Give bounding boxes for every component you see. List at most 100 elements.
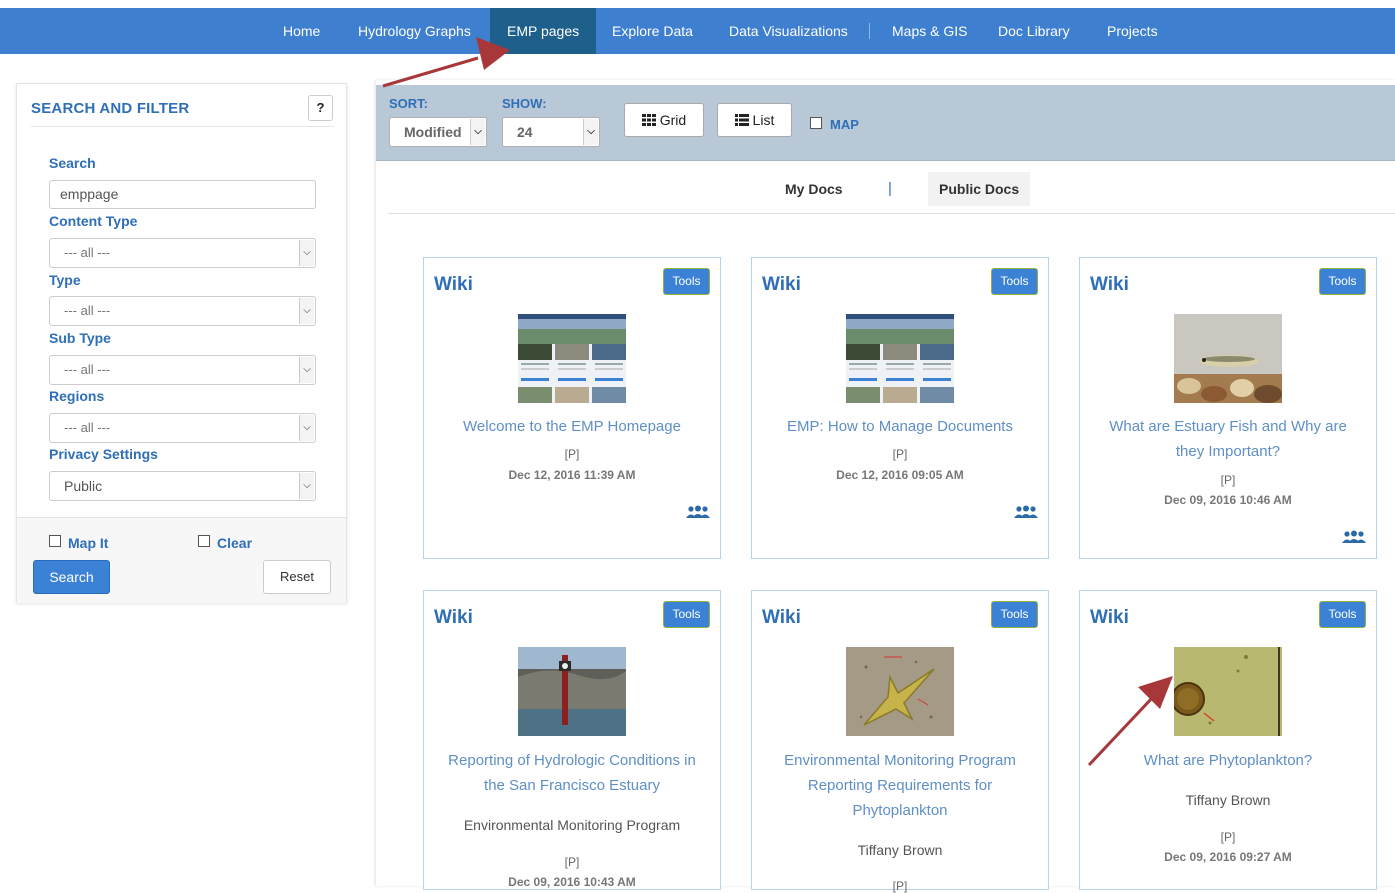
tools-button[interactable]: Tools xyxy=(991,268,1038,295)
subtype-select[interactable]: --- all --- ⌵ xyxy=(49,355,316,385)
subtype-value: --- all --- xyxy=(64,362,111,377)
website-screenshot-image xyxy=(846,314,954,403)
divider xyxy=(31,126,334,127)
search-label: Search xyxy=(49,155,96,171)
document-card[interactable]: Wiki Tools Environmental Monitoring Prog… xyxy=(751,590,1049,893)
document-tabs: My Docs | Public Docs xyxy=(388,168,1395,214)
card-type: Wiki xyxy=(434,274,473,295)
card-date: Dec 09, 2016 10:46 AM xyxy=(1164,493,1292,507)
search-input[interactable]: emppage xyxy=(49,180,316,209)
privacy-tag: [P] xyxy=(1220,473,1236,487)
card-title-link[interactable]: Reporting of Hydrologic Conditions in th… xyxy=(438,748,706,798)
map-checkbox[interactable] xyxy=(810,117,822,129)
chevron-down-icon: ⌵ xyxy=(299,298,314,324)
grid-view-button[interactable]: Grid xyxy=(624,103,704,137)
document-card[interactable]: Wiki Tools What are Estuary Fish and Why… xyxy=(1079,257,1377,559)
results-toolbar: SORT: Modified ⌵ SHOW: 24 ⌵ Grid List MA… xyxy=(376,85,1395,161)
clear-checkbox[interactable] xyxy=(198,535,210,547)
privacy-value: Public xyxy=(64,478,103,494)
content-type-select[interactable]: --- all --- ⌵ xyxy=(49,238,316,268)
card-date: Dec 09, 2016 10:43 AM xyxy=(508,875,636,889)
search-filter-panel: SEARCH AND FILTER ? Search emppage Conte… xyxy=(16,83,347,603)
list-label: List xyxy=(752,112,775,128)
document-card[interactable]: Wiki Tools EMP: How to Manage Documents … xyxy=(751,257,1049,559)
privacy-label: Privacy Settings xyxy=(49,446,158,462)
regions-label: Regions xyxy=(49,388,105,404)
card-thumbnail[interactable] xyxy=(518,314,626,403)
top-navigation-bar: Home Hydrology Graphs EMP pages Explore … xyxy=(0,8,1395,54)
privacy-select[interactable]: Public ⌵ xyxy=(49,471,316,501)
card-thumbnail[interactable] xyxy=(846,314,954,403)
tab-separator: | xyxy=(888,180,892,197)
website-screenshot-image xyxy=(518,314,626,403)
privacy-tag: [P] xyxy=(892,447,908,461)
tools-button[interactable]: Tools xyxy=(991,601,1038,628)
type-label: Type xyxy=(49,272,81,288)
nav-data-visualizations[interactable]: Data Visualizations xyxy=(729,8,848,54)
nav-maps-gis[interactable]: Maps & GIS xyxy=(892,8,967,54)
nav-emp-pages[interactable]: EMP pages xyxy=(490,8,597,54)
nav-hydrology-graphs[interactable]: Hydrology Graphs xyxy=(358,8,471,54)
privacy-tag: [P] xyxy=(564,447,580,461)
card-thumbnail[interactable] xyxy=(518,647,626,736)
type-select[interactable]: --- all --- ⌵ xyxy=(49,296,316,326)
tools-button[interactable]: Tools xyxy=(1319,601,1366,628)
card-thumbnail[interactable] xyxy=(1174,314,1282,403)
privacy-tag: [P] xyxy=(564,855,580,869)
nav-explore-data[interactable]: Explore Data xyxy=(612,8,693,54)
card-date: Dec 12, 2016 09:05 AM xyxy=(836,468,964,482)
tools-button[interactable]: Tools xyxy=(1319,268,1366,295)
card-title-link[interactable]: What are Phytoplankton? xyxy=(1094,748,1362,773)
map-it-label[interactable]: Map It xyxy=(68,535,108,551)
nav-projects[interactable]: Projects xyxy=(1107,8,1158,54)
grid-label: Grid xyxy=(659,112,687,128)
phytoplankton-micrograph-image xyxy=(846,647,954,736)
map-label[interactable]: MAP xyxy=(830,117,859,132)
regions-value: --- all --- xyxy=(64,420,111,435)
card-subtitle: Environmental Monitoring Program xyxy=(463,817,681,833)
fish-photo-image xyxy=(1174,314,1282,403)
chevron-down-icon: ⌵ xyxy=(299,415,314,441)
document-card[interactable]: Wiki Tools Reporting of Hydrologic Condi… xyxy=(423,590,721,890)
algae-micrograph-image xyxy=(1174,647,1282,736)
content-type-label: Content Type xyxy=(49,213,138,229)
search-button[interactable]: Search xyxy=(33,560,110,594)
show-select[interactable]: 24 ⌵ xyxy=(502,117,600,147)
card-type: Wiki xyxy=(762,607,801,628)
card-title-link[interactable]: What are Estuary Fish and Why are they I… xyxy=(1094,414,1362,464)
card-thumbnail[interactable] xyxy=(846,647,954,736)
card-title-link[interactable]: Welcome to the EMP Homepage xyxy=(438,414,706,439)
chevron-down-icon: ⌵ xyxy=(299,357,314,383)
group-icon xyxy=(1014,505,1038,518)
card-subtitle: Tiffany Brown xyxy=(857,842,943,858)
card-subtitle: Tiffany Brown xyxy=(1185,792,1271,808)
card-thumbnail[interactable] xyxy=(1174,647,1282,736)
card-title-link[interactable]: Environmental Monitoring Program Reporti… xyxy=(766,748,1034,823)
card-type: Wiki xyxy=(1090,274,1129,295)
list-view-button[interactable]: List xyxy=(717,103,792,137)
nav-home[interactable]: Home xyxy=(283,8,320,54)
tools-button[interactable]: Tools xyxy=(663,268,710,295)
regions-select[interactable]: --- all --- ⌵ xyxy=(49,413,316,443)
tab-my-docs[interactable]: My Docs xyxy=(785,172,843,206)
group-icon xyxy=(1342,530,1366,543)
sort-select[interactable]: Modified ⌵ xyxy=(389,117,487,147)
subtype-label: Sub Type xyxy=(49,330,111,346)
document-card[interactable]: Wiki Tools What are Phytoplankton? Tiffa… xyxy=(1079,590,1377,890)
nav-doc-library[interactable]: Doc Library xyxy=(998,8,1070,54)
tools-button[interactable]: Tools xyxy=(663,601,710,628)
map-it-checkbox[interactable] xyxy=(49,535,61,547)
reset-button[interactable]: Reset xyxy=(263,560,331,594)
clear-label[interactable]: Clear xyxy=(217,535,252,551)
panel-footer: Map It Clear Search Reset xyxy=(17,517,346,603)
sort-value: Modified xyxy=(404,124,462,140)
card-title-link[interactable]: EMP: How to Manage Documents xyxy=(766,414,1034,439)
tab-public-docs[interactable]: Public Docs xyxy=(928,172,1031,206)
grid-icon xyxy=(641,114,656,126)
help-button[interactable]: ? xyxy=(308,95,333,121)
list-icon xyxy=(734,114,749,126)
privacy-tag: [P] xyxy=(1220,830,1236,844)
privacy-tag: [P] xyxy=(892,879,908,893)
content-type-value: --- all --- xyxy=(64,245,111,260)
document-card[interactable]: Wiki Tools Welcome to the EMP Homepage [… xyxy=(423,257,721,559)
